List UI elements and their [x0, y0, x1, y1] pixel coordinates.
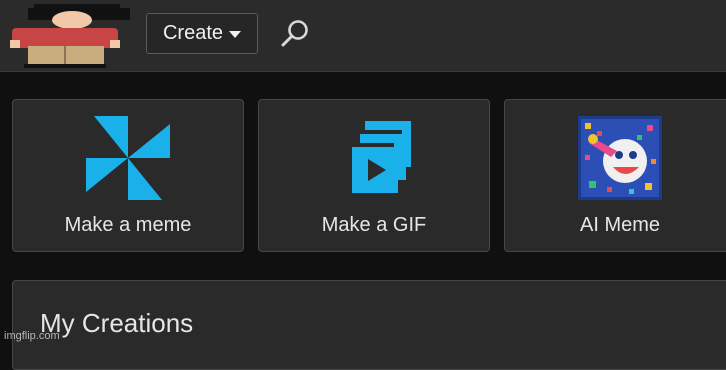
- cartoon-character-logo-icon[interactable]: [10, 2, 130, 68]
- card-label: AI Meme: [579, 214, 661, 236]
- create-button-label: Create: [162, 22, 224, 44]
- make-a-meme-card[interactable]: Make a meme: [12, 99, 244, 252]
- pinwheel-icon: [86, 116, 170, 200]
- stacked-play-icon: [348, 121, 411, 193]
- watermark: imgflip.com: [4, 330, 60, 342]
- ai-meme-card[interactable]: AI Meme: [504, 99, 726, 252]
- my-creations-panel: My Creations: [12, 280, 726, 370]
- create-dropdown-button[interactable]: Create: [146, 13, 258, 54]
- caret-down-icon: [229, 31, 242, 38]
- card-label: Make a GIF: [321, 214, 427, 236]
- search-icon[interactable]: [276, 16, 314, 54]
- top-bar: Create: [0, 0, 726, 72]
- ai-meme-art-icon: [578, 116, 662, 200]
- make-a-gif-card[interactable]: Make a GIF: [258, 99, 490, 252]
- card-label: Make a meme: [64, 214, 192, 236]
- my-creations-title: My Creations: [40, 308, 194, 338]
